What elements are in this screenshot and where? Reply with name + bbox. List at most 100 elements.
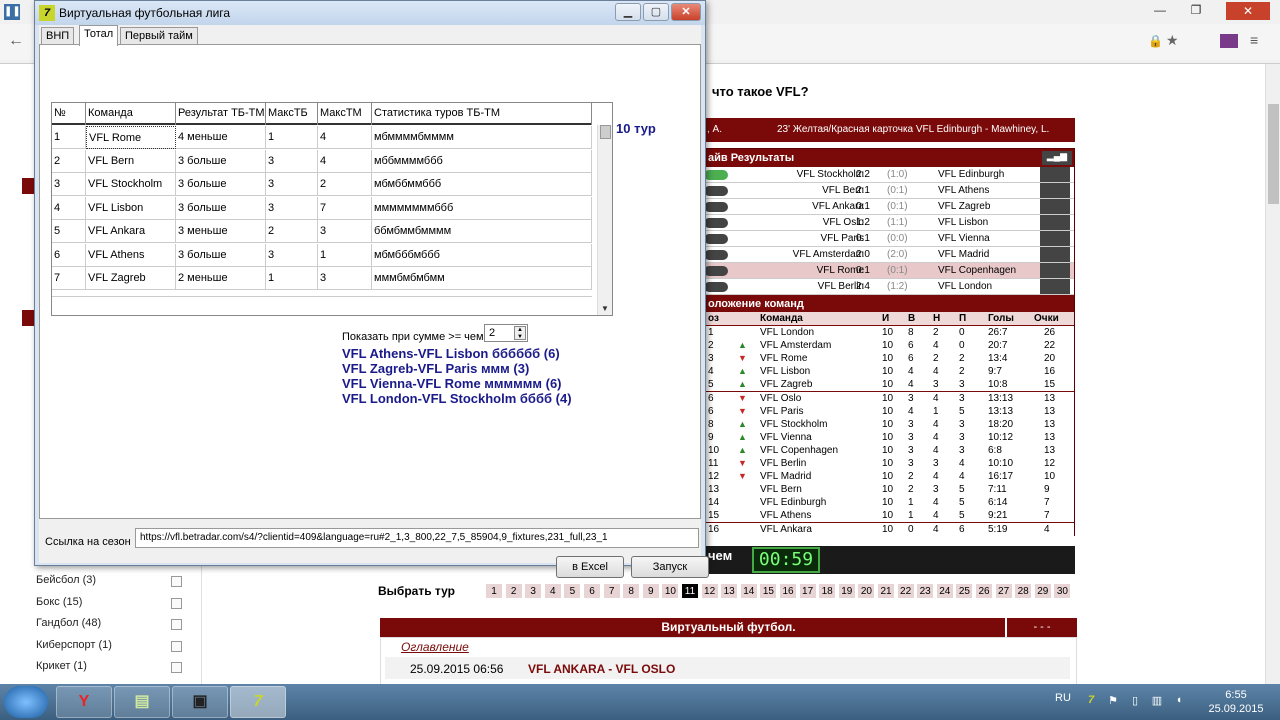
table-cell[interactable]: 3 xyxy=(266,196,318,220)
minimize-button[interactable]: ▁ xyxy=(615,3,641,21)
table-cell[interactable]: 1 xyxy=(266,126,318,149)
result-row[interactable]: VFL Bern 2:1 (0:1) VFL Athens xyxy=(704,183,1074,199)
table-cell[interactable]: VFL Bern xyxy=(86,149,176,173)
standings-row[interactable]: 14 VFL Edinburgh 10 1 4 5 6:14 7 xyxy=(706,496,1074,510)
table-cell[interactable]: 3 больше xyxy=(176,243,266,267)
extension-icon[interactable] xyxy=(1220,34,1238,48)
export-excel-button[interactable]: в Excel xyxy=(556,556,624,578)
sport-checkbox[interactable] xyxy=(171,619,182,630)
details-icon[interactable] xyxy=(1040,167,1070,182)
menu-icon[interactable]: ≡ xyxy=(1250,32,1258,48)
camera-app-icon[interactable]: ▣ xyxy=(172,686,228,718)
table-cell[interactable]: 4 xyxy=(318,126,372,149)
round-button[interactable]: 30 xyxy=(1053,583,1072,599)
details-icon[interactable] xyxy=(1040,183,1070,198)
table-row[interactable]: 6 VFL Athens 3 больше 3 1 мбмбббмббб xyxy=(52,243,592,267)
browser-close-icon[interactable]: ✕ xyxy=(1226,2,1270,20)
table-cell[interactable]: мбммммбмммм xyxy=(372,126,592,149)
back-icon[interactable]: ← xyxy=(8,32,24,50)
round-button[interactable]: 16 xyxy=(779,583,797,599)
table-row[interactable]: 5 VFL Ankara 3 меньше 2 3 ббмбммбмммм xyxy=(52,220,592,243)
result-row[interactable]: VFL Oslo 1:2 (1:1) VFL Lisbon xyxy=(704,215,1074,231)
table-cell[interactable]: 4 меньше xyxy=(176,126,266,149)
table-cell[interactable]: 1 xyxy=(52,126,86,149)
table-cell[interactable]: 2 xyxy=(52,149,86,173)
table-row[interactable]: 7 VFL Zagreb 2 меньше 1 3 мммбмбмбмм xyxy=(52,267,592,290)
table-cell[interactable]: 3 больше xyxy=(176,149,266,173)
round-button[interactable]: 10 xyxy=(661,583,680,599)
table-cell[interactable]: мбмбббмббб xyxy=(372,243,592,267)
round-button[interactable]: 4 xyxy=(543,583,562,599)
start-button[interactable] xyxy=(4,686,48,718)
table-cell[interactable]: 2 xyxy=(266,220,318,243)
sport-item[interactable]: Киберспорт (1) xyxy=(36,639,186,659)
sum-threshold-stepper[interactable]: 2 ▲ ▼ xyxy=(484,324,528,342)
table-cell[interactable]: мммбмбмбмм xyxy=(372,267,592,290)
standings-row[interactable]: 8 ▲ VFL Stockholm 10 3 4 3 18:20 13 xyxy=(706,417,1074,431)
table-cell[interactable]: 4 xyxy=(318,149,372,173)
run-button[interactable]: Запуск xyxy=(631,556,709,578)
result-row[interactable]: VFL Stockholm 2:2 (1:0) VFL Edinburgh xyxy=(704,167,1074,183)
star-icon[interactable]: ★ xyxy=(1166,32,1179,49)
page-scrollbar[interactable] xyxy=(1265,64,1280,684)
table-cell[interactable]: ббмбммбмммм xyxy=(372,220,592,243)
sport-item[interactable]: Крикет (1) xyxy=(36,660,186,680)
dialog-titlebar[interactable]: 7 Виртуальная футбольная лига ▁ ▢ ✕ xyxy=(35,1,705,25)
round-button[interactable]: 17 xyxy=(798,583,817,599)
table-row[interactable]: 4 VFL Lisbon 3 больше 3 7 ммммммммббб xyxy=(52,196,592,220)
tab-first-half[interactable]: Первый тайм xyxy=(120,27,198,45)
table-cell[interactable]: VFL Lisbon xyxy=(86,196,176,220)
table-cell[interactable]: VFL Rome xyxy=(86,126,176,149)
table-cell[interactable]: ммммммммббб xyxy=(372,196,592,220)
round-button[interactable]: 20 xyxy=(857,583,876,599)
table-cell[interactable]: VFL Stockholm xyxy=(86,173,176,196)
table-cell[interactable]: 1 xyxy=(266,267,318,290)
result-row[interactable]: VFL Amsterdam 2:0 (2:0) VFL Madrid xyxy=(704,247,1074,263)
round-button[interactable]: 22 xyxy=(896,583,915,599)
season-link-input[interactable]: https://vfl.betradar.com/s4/?clientid=40… xyxy=(135,528,699,548)
table-cell[interactable]: 3 xyxy=(266,243,318,267)
table-cell[interactable]: 6 xyxy=(52,243,86,267)
col-result[interactable]: Результат ТБ-ТМ xyxy=(176,103,266,125)
table-cell[interactable]: 2 меньше xyxy=(176,267,266,290)
round-button[interactable]: 25 xyxy=(955,583,974,599)
round-button[interactable]: 12 xyxy=(700,583,719,599)
sport-item[interactable]: Бейсбол (3) xyxy=(36,574,186,594)
match-name[interactable]: VFL ANKARA - VFL OSLO xyxy=(528,662,675,676)
network-icon[interactable]: ▥ xyxy=(1150,694,1164,708)
standings-row[interactable]: 9 ▲ VFL Vienna 10 3 4 3 10:12 13 xyxy=(706,430,1074,444)
clock[interactable]: 6:55 25.09.2015 xyxy=(1206,688,1266,716)
round-button[interactable]: 28 xyxy=(1014,583,1033,599)
table-cell[interactable]: мбмббммббб xyxy=(372,173,592,196)
standings-row[interactable]: 1 VFL London 10 8 2 0 26:7 26 xyxy=(706,326,1074,339)
stepper-arrows-icon[interactable]: ▲ ▼ xyxy=(514,326,526,340)
details-icon[interactable] xyxy=(1040,279,1070,294)
standings-row[interactable]: 6 ▼ VFL Oslo 10 3 4 3 13:13 13 xyxy=(706,391,1074,405)
standings-row[interactable]: 11 ▼ VFL Berlin 10 3 3 4 10:10 12 xyxy=(706,457,1074,470)
details-icon[interactable] xyxy=(1040,263,1070,278)
stats-icon[interactable]: ▂▄▆ xyxy=(1042,151,1072,165)
table-cell[interactable]: 3 xyxy=(318,220,372,243)
stats-grid[interactable]: № Команда Результат ТБ-ТМ МаксТБ МаксТМ … xyxy=(51,102,613,316)
round-button[interactable]: 2 xyxy=(504,583,523,599)
close-button[interactable]: ✕ xyxy=(671,3,701,21)
tab-vnp[interactable]: ВНП xyxy=(41,27,75,45)
round-button[interactable]: 8 xyxy=(622,583,641,599)
table-row[interactable]: 1 VFL Rome 4 меньше 1 4 мбммммбмммм xyxy=(52,126,592,149)
col-team[interactable]: Команда xyxy=(86,103,176,125)
sport-checkbox[interactable] xyxy=(171,576,182,587)
round-button[interactable]: 7 xyxy=(602,583,621,599)
pause-icon[interactable]: ❚❚ xyxy=(4,4,21,20)
round-button[interactable]: 13 xyxy=(720,583,739,599)
table-cell[interactable]: 1 xyxy=(318,243,372,267)
round-button[interactable]: 6 xyxy=(583,583,601,599)
vfl-question-link[interactable]: что такое VFL? xyxy=(712,84,809,99)
notes-app-icon[interactable]: ▤ xyxy=(114,686,170,718)
table-cell[interactable]: VFL Athens xyxy=(86,243,176,267)
table-cell[interactable]: 3 xyxy=(266,149,318,173)
table-cell[interactable]: 3 больше xyxy=(176,173,266,196)
standings-row[interactable]: 3 ▼ VFL Rome 10 6 2 2 13:4 20 xyxy=(706,352,1074,366)
details-icon[interactable] xyxy=(1040,247,1070,262)
standings-row[interactable]: 15 VFL Athens 10 1 4 5 9:21 7 xyxy=(706,509,1074,523)
round-button[interactable]: 19 xyxy=(837,583,856,599)
